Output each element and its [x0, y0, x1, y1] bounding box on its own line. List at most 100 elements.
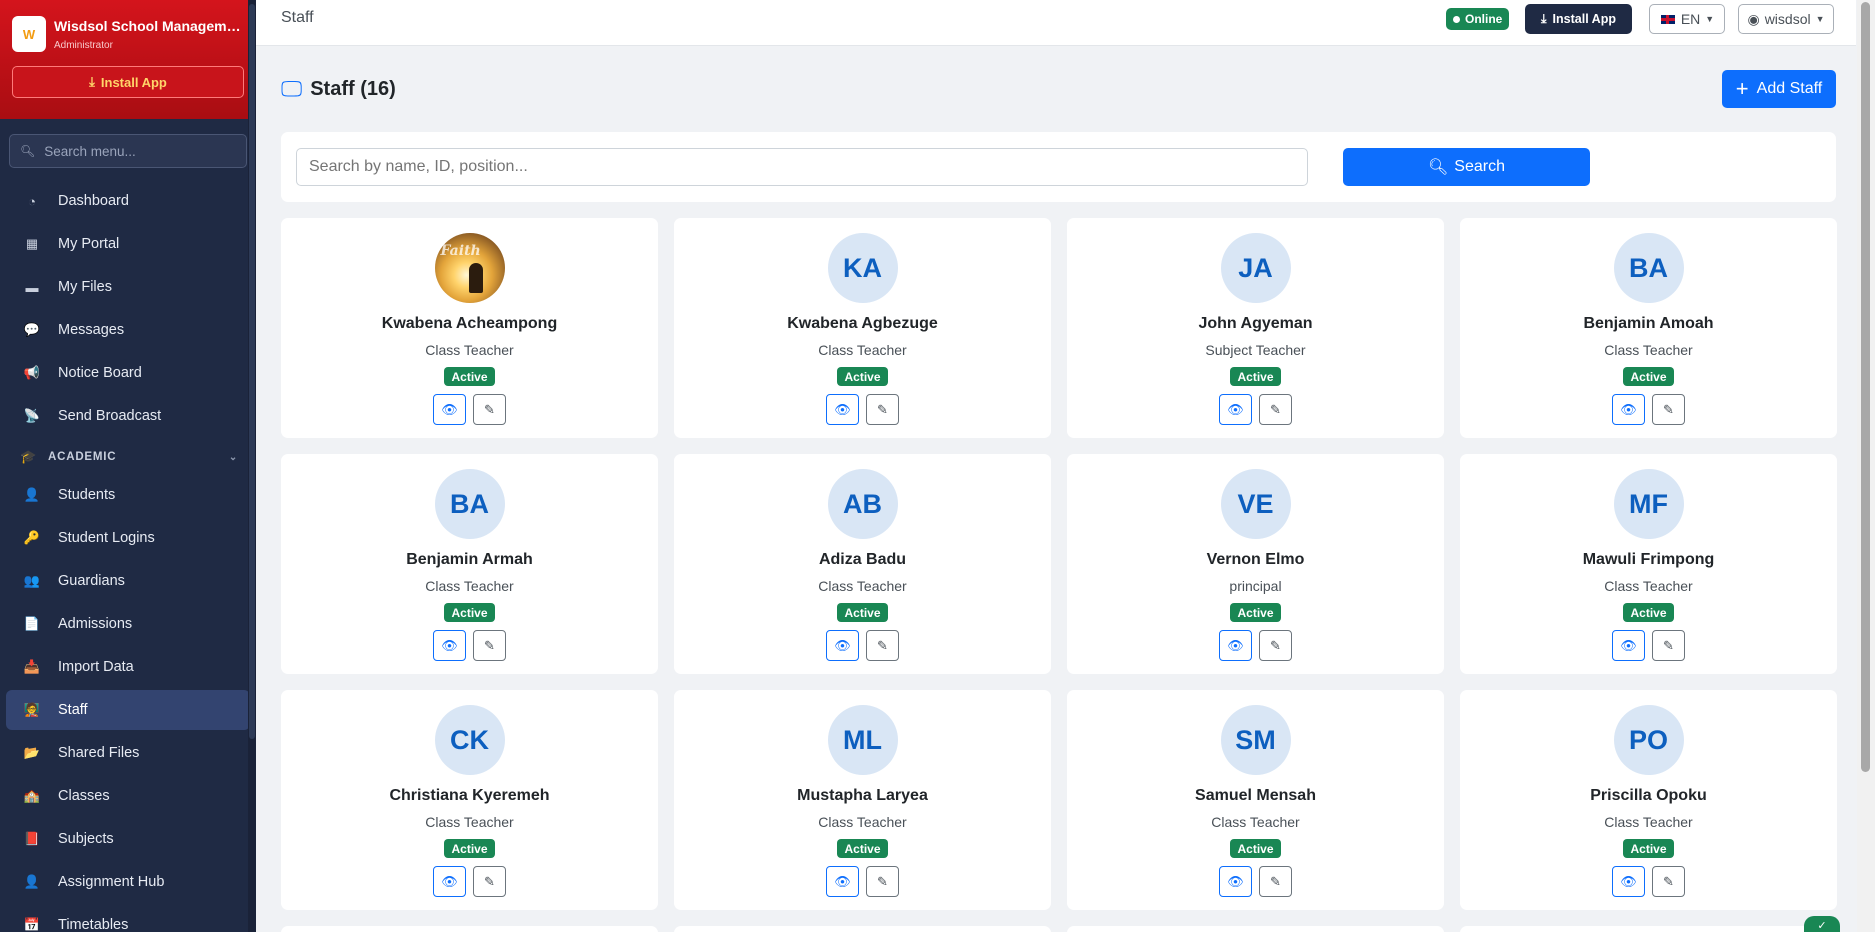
- sidebar-item-label: Timetables: [58, 917, 129, 932]
- view-staff-button[interactable]: 👁︎: [433, 394, 466, 425]
- calendar-icon: 📅: [23, 917, 41, 932]
- sidebar-item-student-logins[interactable]: 🔑 Student Logins: [6, 518, 250, 558]
- staff-role: Class Teacher: [1604, 814, 1693, 830]
- card-actions: 👁︎ ✎: [1612, 630, 1685, 661]
- file-icon: 📄: [23, 616, 41, 631]
- page-scrollbar[interactable]: [1857, 0, 1875, 932]
- staff-avatar-initials: CK: [434, 705, 505, 775]
- view-staff-button[interactable]: 👁︎: [826, 630, 859, 661]
- plus-icon: +: [1735, 76, 1749, 101]
- install-app-label: Install App: [100, 74, 167, 90]
- status-badge: Active: [444, 367, 495, 386]
- folder-open-icon: 📂: [23, 745, 41, 760]
- edit-icon: ✎: [484, 401, 495, 417]
- edit-staff-button[interactable]: ✎: [473, 866, 506, 897]
- view-staff-button[interactable]: 👁︎: [1219, 866, 1252, 897]
- eye-icon: 👁︎: [1620, 401, 1637, 417]
- view-staff-button[interactable]: 👁︎: [826, 866, 859, 897]
- page-scroll-thumb[interactable]: [1861, 2, 1870, 772]
- username: wisdsol: [1764, 11, 1811, 27]
- add-staff-button[interactable]: + Add Staff: [1722, 70, 1836, 108]
- sidebar-item-assignment-hub[interactable]: 👤 Assignment Hub: [6, 862, 250, 902]
- edit-staff-button[interactable]: ✎: [1652, 394, 1685, 425]
- edit-staff-button[interactable]: ✎: [1259, 394, 1292, 425]
- eye-icon: 👁︎: [1227, 401, 1244, 417]
- sidebar-item-students[interactable]: 👤 Students: [6, 475, 250, 515]
- staff-card-partial[interactable]: [1460, 926, 1837, 932]
- staff-card-partial[interactable]: [1067, 926, 1444, 932]
- file-import-icon: 📥: [23, 659, 41, 674]
- edit-staff-button[interactable]: ✎: [1652, 630, 1685, 661]
- page-title: Staff (16): [310, 77, 396, 100]
- card-actions: 👁︎ ✎: [826, 630, 899, 661]
- sidebar-item-subjects[interactable]: 📕 Subjects: [6, 819, 250, 859]
- sidebar-item-label: Admissions: [58, 616, 133, 632]
- view-staff-button[interactable]: 👁︎: [826, 394, 859, 425]
- menu-search-input[interactable]: 🔍︎ Search menu...: [9, 134, 247, 168]
- staff-card: KA Kwabena Agbezuge Class Teacher Active 👁︎ ✎: [674, 218, 1051, 438]
- staff-search-input[interactable]: [296, 148, 1308, 186]
- edit-staff-button[interactable]: ✎: [1259, 866, 1292, 897]
- sidebar-item-send-broadcast[interactable]: 📡 Send Broadcast: [6, 396, 250, 436]
- sidebar-item-classes[interactable]: 🏫 Classes: [6, 776, 250, 816]
- edit-staff-button[interactable]: ✎: [1259, 630, 1292, 661]
- sidebar-section-academic[interactable]: 🎓 ACADEMIC ⌄: [6, 439, 250, 475]
- sidebar-item-admissions[interactable]: 📄 Admissions: [6, 604, 250, 644]
- view-staff-button[interactable]: 👁︎: [433, 866, 466, 897]
- card-actions: 👁︎ ✎: [826, 394, 899, 425]
- sidebar-scrollbar[interactable]: [248, 0, 256, 932]
- eye-icon: 👁︎: [834, 873, 851, 889]
- silhouette-figure: [468, 263, 483, 293]
- staff-name: Adiza Badu: [818, 551, 907, 568]
- staff-card-partial[interactable]: [674, 926, 1051, 932]
- sidebar-item-notice-board[interactable]: 📢 Notice Board: [6, 353, 250, 393]
- view-staff-button[interactable]: 👁︎: [1612, 394, 1645, 425]
- staff-card: MF Mawuli Frimpong Class Teacher Active 👁︎ ✎: [1460, 454, 1837, 674]
- brand-name[interactable]: Wisdsol School Manageme...: [54, 18, 244, 34]
- status-badge: Active: [1230, 367, 1281, 386]
- status-badge: Active: [1623, 839, 1674, 858]
- check-circle-icon[interactable]: ✓: [1804, 916, 1840, 932]
- language-dropdown[interactable]: EN ▼: [1649, 4, 1725, 34]
- user-menu-dropdown[interactable]: ◉ wisdsol ▼: [1738, 4, 1834, 34]
- uk-flag-icon: [1659, 13, 1676, 25]
- sidebar-item-my-files[interactable]: ▬ My Files: [6, 267, 250, 307]
- sidebar-item-label: Staff: [58, 702, 88, 718]
- staff-name: Christiana Kyeremeh: [389, 787, 550, 804]
- view-staff-button[interactable]: 👁︎: [1612, 630, 1645, 661]
- staff-card: BA Benjamin Amoah Class Teacher Active 👁︎ ✎: [1460, 218, 1837, 438]
- online-dot-icon: [1453, 15, 1460, 23]
- sidebar-item-shared-files[interactable]: 📂 Shared Files: [6, 733, 250, 773]
- edit-staff-button[interactable]: ✎: [866, 630, 899, 661]
- topbar-install-app-button[interactable]: ⤓ Install App: [1525, 4, 1632, 34]
- sidebar-item-my-portal[interactable]: ▦ My Portal: [6, 224, 250, 264]
- staff-role: Class Teacher: [1604, 578, 1693, 594]
- edit-staff-button[interactable]: ✎: [866, 866, 899, 897]
- staff-role: Class Teacher: [818, 814, 907, 830]
- edit-staff-button[interactable]: ✎: [866, 394, 899, 425]
- staff-name: Mustapha Laryea: [797, 787, 928, 804]
- edit-staff-button[interactable]: ✎: [473, 394, 506, 425]
- sidebar-install-app-button[interactable]: ⤓ Install App: [12, 66, 244, 98]
- staff-name: Priscilla Opoku: [1590, 787, 1707, 804]
- search-button[interactable]: 🔍︎ Search: [1343, 148, 1590, 186]
- view-staff-button[interactable]: 👁︎: [433, 630, 466, 661]
- sidebar-item-staff[interactable]: 🧑‍🏫 Staff: [6, 690, 250, 730]
- staff-avatar-initials: PO: [1613, 705, 1684, 775]
- view-staff-button[interactable]: 👁︎: [1612, 866, 1645, 897]
- page-header: 🖵 Staff (16): [281, 76, 396, 102]
- view-staff-button[interactable]: 👁︎: [1219, 394, 1252, 425]
- brand-logo[interactable]: W: [12, 16, 46, 52]
- staff-card-partial[interactable]: [281, 926, 658, 932]
- sidebar-item-timetables[interactable]: 📅 Timetables: [6, 905, 250, 932]
- sidebar-item-dashboard[interactable]: ◔ Dashboard: [6, 181, 250, 221]
- sidebar-item-guardians[interactable]: 👥 Guardians: [6, 561, 250, 601]
- sidebar-item-import-data[interactable]: 📥 Import Data: [6, 647, 250, 687]
- edit-staff-button[interactable]: ✎: [473, 630, 506, 661]
- sidebar-item-label: Students: [58, 487, 116, 503]
- sidebar-scroll-thumb[interactable]: [249, 4, 255, 739]
- sidebar-item-messages[interactable]: 💬 Messages: [6, 310, 250, 350]
- sidebar-item-label: My Files: [58, 279, 112, 295]
- edit-staff-button[interactable]: ✎: [1652, 866, 1685, 897]
- view-staff-button[interactable]: 👁︎: [1219, 630, 1252, 661]
